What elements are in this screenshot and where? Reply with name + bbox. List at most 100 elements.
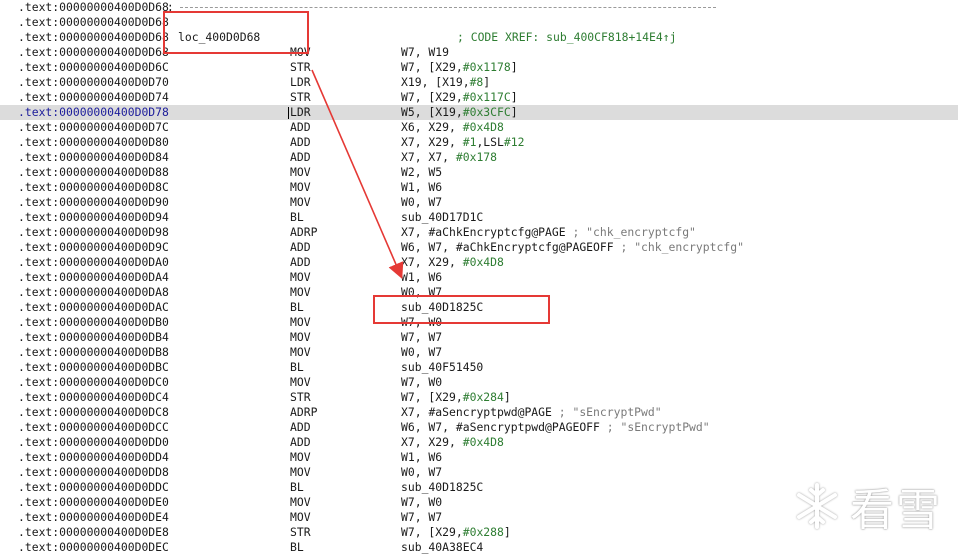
listing-row[interactable]: .text:00000000400D0D70 LDR X19, [X19,#8] — [0, 75, 958, 90]
listing-row[interactable]: .text:00000000400D0D68 — [0, 15, 958, 30]
operands[interactable]: W2, W5 — [401, 165, 442, 180]
address: .text:00000000400D0D6C — [18, 60, 169, 74]
listing-row[interactable]: .text:00000000400D0DA4 MOV W1, W6 — [0, 270, 958, 285]
operands[interactable]: W0, W7 — [401, 195, 442, 210]
listing-row[interactable]: .text:00000000400D0DB8 MOV W0, W7 — [0, 345, 958, 360]
mnemonic: BL — [290, 210, 304, 224]
inline-comment: ; "chk_encryptcfg" — [613, 240, 744, 254]
listing-row[interactable]: .text:00000000400D0D90 MOV W0, W7 — [0, 195, 958, 210]
listing-row[interactable]: .text:00000000400D0D7C ADD X6, X29, #0x4D8 — [0, 120, 958, 135]
listing-row[interactable]: .text:00000000400D0DB4 MOV W7, W7 — [0, 330, 958, 345]
listing-row[interactable]: .text:00000000400D0D6C STR W7, [X29,#0x117… — [0, 60, 958, 75]
operands[interactable]: X7, X29, #0x4D8 — [401, 435, 504, 450]
operands[interactable]: W0, W7 — [401, 345, 442, 360]
listing-row[interactable]: .text:00000000400D0D9C ADD W6, W7, #aChkEn… — [0, 240, 958, 255]
operands[interactable]: X7, X7, #0x178 — [401, 150, 497, 165]
operands[interactable]: W5, [X19,#0x3CFC] — [401, 105, 518, 120]
operands[interactable]: W1, W6 — [401, 270, 442, 285]
operands[interactable]: X7, X29, #0x4D8 — [401, 255, 504, 270]
listing-row[interactable]: .text:00000000400D0D98 ADRP X7, #aChkEncry… — [0, 225, 958, 240]
operands[interactable]: W7, [X29,#0x117C] — [401, 90, 518, 105]
watermark: 看雪 — [792, 476, 952, 536]
address: .text:00000000400D0DC8 — [18, 405, 169, 419]
mnemonic: MOV — [290, 180, 311, 194]
operands[interactable]: W7, [X29,#0x284] — [401, 390, 511, 405]
mnemonic: MOV — [290, 270, 311, 284]
inline-comment: ; "sEncryptPwd" — [551, 405, 662, 419]
address: .text:00000000400D0D84 — [18, 150, 169, 164]
listing-row[interactable]: .text:00000000400D0DC0 MOV W7, W0 — [0, 375, 958, 390]
listing-row[interactable]: .text:00000000400D0D68 ; — [0, 0, 958, 15]
mnemonic: MOV — [290, 510, 311, 524]
operands[interactable]: W1, W6 — [401, 450, 442, 465]
operands[interactable]: W7, W0 — [401, 495, 442, 510]
listing-row[interactable]: .text:00000000400D0D68 MOV W7, W19 — [0, 45, 958, 60]
operands[interactable]: W6, W7, #aSencryptpwd@PAGEOFF ; "sEncryp… — [401, 420, 710, 435]
mnemonic: MOV — [290, 495, 311, 509]
listing-row[interactable]: .text:00000000400D0DD4 MOV W1, W6 — [0, 450, 958, 465]
address: .text:00000000400D0D8C — [18, 180, 169, 194]
address: .text:00000000400D0D88 — [18, 165, 169, 179]
address: .text:00000000400D0DBC — [18, 360, 169, 374]
mnemonic: MOV — [290, 195, 311, 209]
listing-row[interactable]: .text:00000000400D0D84 ADD X7, X7, #0x178 — [0, 150, 958, 165]
listing-row[interactable]: .text:00000000400D0D74 STR W7, [X29,#0x117… — [0, 90, 958, 105]
listing-row[interactable]: .text:00000000400D0DA0 ADD X7, X29, #0x4D8 — [0, 255, 958, 270]
address: .text:00000000400D0DE0 — [18, 495, 169, 509]
address: .text:00000000400D0DCC — [18, 420, 169, 434]
listing-row[interactable]: .text:00000000400D0DC8 ADRP X7, #aSencrypt… — [0, 405, 958, 420]
listing-row[interactable]: .text:00000000400D0DD0 ADD X7, X29, #0x4D8 — [0, 435, 958, 450]
operands[interactable]: W7, W0 — [401, 375, 442, 390]
listing-row[interactable]: .text:00000000400D0DBC BL sub_40F51450 — [0, 360, 958, 375]
mnemonic: BL — [290, 540, 304, 554]
address: .text:00000000400D0D78 — [18, 105, 169, 119]
operands[interactable]: sub_40D17D1C — [401, 210, 483, 225]
mnemonic: ADD — [290, 435, 311, 449]
address: .text:00000000400D0D90 — [18, 195, 169, 209]
operands[interactable]: W6, W7, #aChkEncryptcfg@PAGEOFF ; "chk_e… — [401, 240, 744, 255]
address: .text:00000000400D0DA8 — [18, 285, 169, 299]
listing-row[interactable]: .text:00000000400D0DC4 STR W7, [X29,#0x284… — [0, 390, 958, 405]
mnemonic: STR — [290, 390, 311, 404]
disassembly-listing[interactable]: .text:00000000400D0D68 ; .text:0000000040… — [0, 0, 958, 554]
operands[interactable]: W1, W6 — [401, 180, 442, 195]
operands[interactable]: sub_40D1825C — [401, 480, 483, 495]
listing-row[interactable]: .text:00000000400D0D8C MOV W1, W6 — [0, 180, 958, 195]
listing-row[interactable]: .text:00000000400D0D88 MOV W2, W5 — [0, 165, 958, 180]
operands[interactable]: X19, [X19,#8] — [401, 75, 490, 90]
listing-row[interactable]: .text:00000000400D0DEC BL sub_40A38EC4 — [0, 540, 958, 555]
listing-row[interactable]: .text:00000000400D0D94 BL sub_40D17D1C — [0, 210, 958, 225]
address: .text:00000000400D0DB4 — [18, 330, 169, 344]
operands[interactable]: W7, W19 — [401, 45, 449, 60]
operands[interactable]: W0, W7 — [401, 465, 442, 480]
operands[interactable]: sub_40F51450 — [401, 360, 483, 375]
mnemonic: BL — [290, 360, 304, 374]
operands[interactable]: W7, W7 — [401, 510, 442, 525]
operands[interactable]: X7, #aSencryptpwd@PAGE ; "sEncryptPwd" — [401, 405, 662, 420]
address: .text:00000000400D0D70 — [18, 75, 169, 89]
address: .text:00000000400D0DE8 — [18, 525, 169, 539]
operands[interactable]: W7, [X29,#0x288] — [401, 525, 511, 540]
address: .text:00000000400D0D7C — [18, 120, 169, 134]
listing-row[interactable]: .text:00000000400D0D80 ADD X7, X29, #1,LSL… — [0, 135, 958, 150]
operands[interactable]: sub_40A38EC4 — [401, 540, 483, 555]
address: .text:00000000400D0DAC — [18, 300, 169, 314]
mnemonic: STR — [290, 90, 311, 104]
operands[interactable]: X6, X29, #0x4D8 — [401, 120, 504, 135]
operands[interactable]: W7, W7 — [401, 330, 442, 345]
mnemonic: LDR — [290, 105, 311, 119]
address: .text:00000000400D0D68 — [18, 15, 169, 29]
xref-comment[interactable]: ; CODE XREF: sub_400CF818+14E4↑j — [457, 30, 676, 45]
address: .text:00000000400D0DC4 — [18, 390, 169, 404]
operands[interactable]: X7, #aChkEncryptcfg@PAGE ; "chk_encryptc… — [401, 225, 696, 240]
listing-row[interactable]: .text:00000000400D0D78 LDR W5, [X19,#0x3CF… — [0, 105, 958, 120]
listing-row[interactable]: .text:00000000400D0D68 loc_400D0D68; CODE… — [0, 30, 958, 45]
listing-row[interactable]: .text:00000000400D0DCC ADD W6, W7, #aSencr… — [0, 420, 958, 435]
mnemonic: ADD — [290, 255, 311, 269]
mnemonic: ADRP — [290, 225, 318, 239]
address: .text:00000000400D0D98 — [18, 225, 169, 239]
operands[interactable]: W7, [X29,#0x1178] — [401, 60, 518, 75]
address: .text:00000000400D0DE4 — [18, 510, 169, 524]
operands[interactable]: X7, X29, #1,LSL#12 — [401, 135, 524, 150]
inline-comment: ; "chk_encryptcfg" — [565, 225, 696, 239]
